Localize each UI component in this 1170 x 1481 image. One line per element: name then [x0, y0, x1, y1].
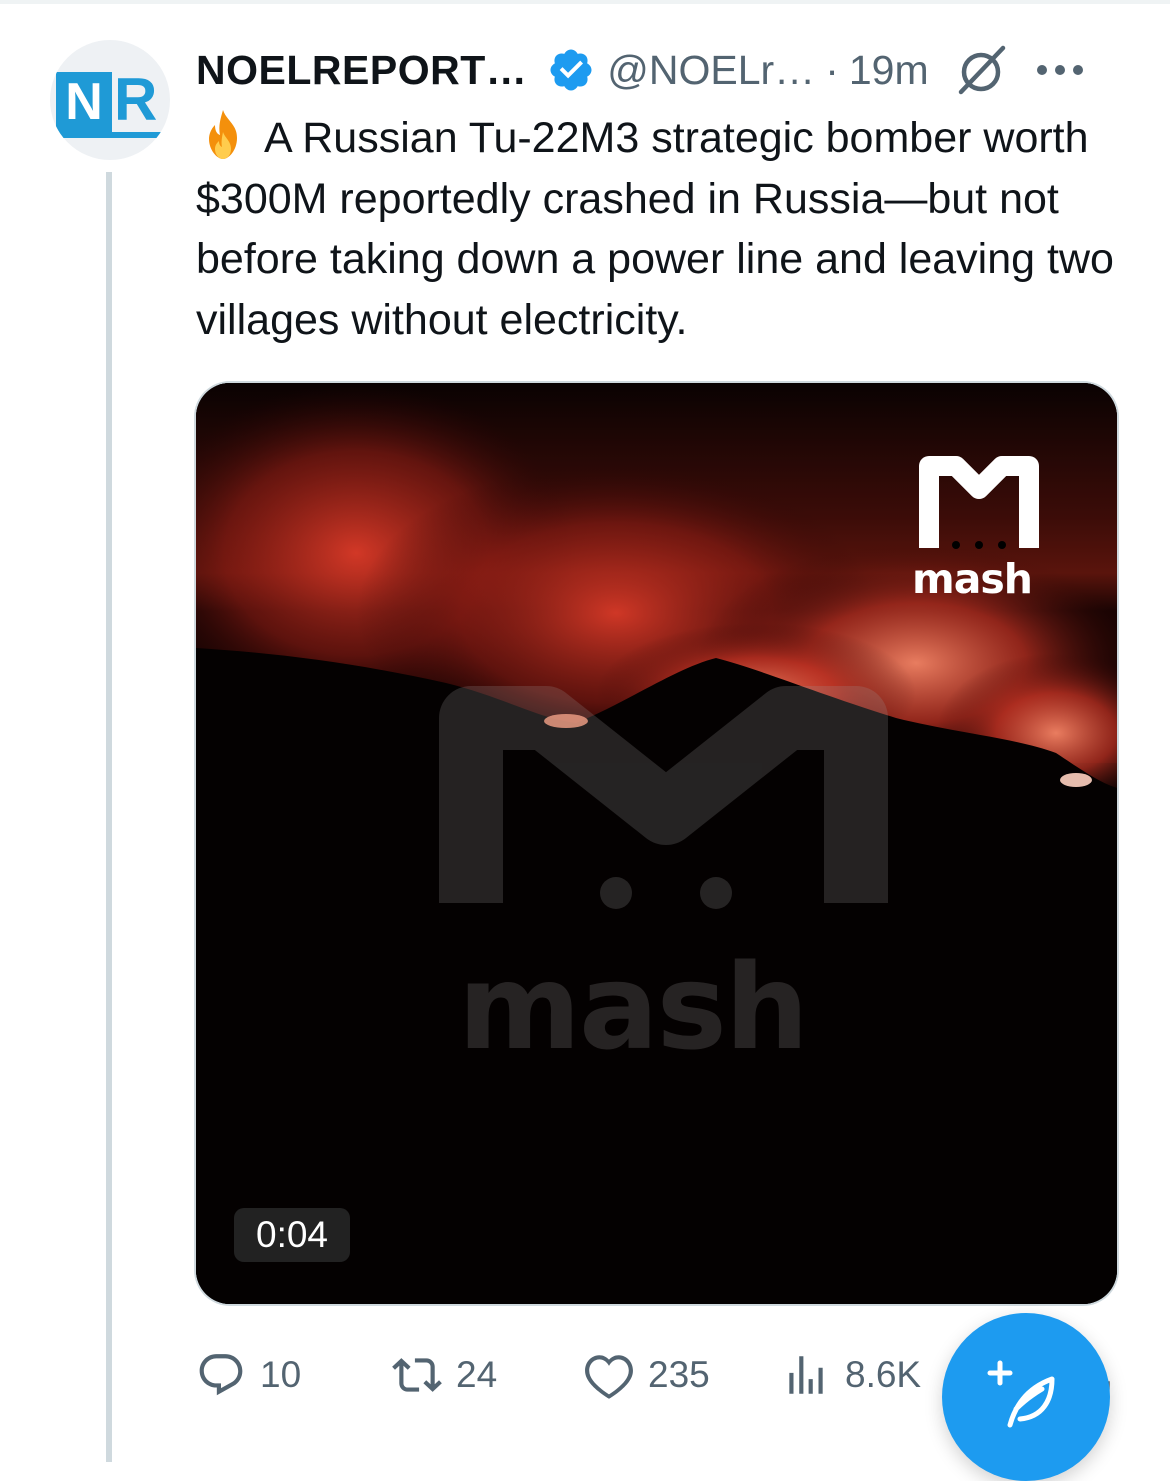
verified-badge-icon[interactable] [547, 46, 595, 94]
avatar-logo-letter-r: R [114, 66, 158, 133]
reply-count: 10 [260, 1354, 302, 1395]
display-name[interactable]: NOELREPORT… [196, 47, 527, 94]
video-frame [196, 383, 1117, 1304]
user-handle[interactable]: @NOELr… [607, 47, 815, 94]
avatar-logo-letter-n: N [65, 73, 103, 131]
like-button[interactable]: 235 [584, 1345, 710, 1405]
reply-icon [199, 1354, 243, 1396]
compose-tweet-button[interactable] [942, 1313, 1110, 1481]
avatar-logo-underline [56, 132, 164, 138]
retweet-icon [392, 1358, 442, 1392]
avatar[interactable]: N R [50, 40, 170, 160]
tweet-text: A Russian Tu-22M3 strategic bomber worth… [196, 108, 1126, 350]
heart-icon [585, 1355, 633, 1399]
avatar-logo-box: N [56, 72, 112, 132]
more-options-icon[interactable] [1035, 60, 1085, 80]
views-icon [789, 1356, 823, 1394]
video-duration: 0:04 [234, 1208, 351, 1262]
like-count: 235 [648, 1354, 710, 1395]
watermark-small-text: mash [912, 555, 1033, 603]
watermark-large-text: mash [458, 938, 809, 1076]
fire-icon [196, 108, 250, 162]
tweet-body: A Russian Tu-22M3 strategic bomber worth… [196, 114, 1114, 344]
top-divider [0, 0, 1170, 4]
retweet-count: 24 [456, 1354, 498, 1395]
header-separator: · [825, 46, 839, 93]
reply-button[interactable]: 10 [196, 1345, 301, 1405]
views-count: 8.6K [845, 1354, 922, 1395]
compose-tweet-icon [987, 1360, 1055, 1428]
grok-icon[interactable] [955, 44, 1007, 96]
thread-connector-line [106, 172, 112, 1462]
views-button[interactable]: 8.6K [781, 1345, 921, 1405]
timestamp[interactable]: 19m [849, 47, 929, 94]
tweet-header: NOELREPORT… @NOELr… · 19m [196, 42, 1085, 98]
tweet-video[interactable]: mash mash 0:04 [196, 383, 1117, 1304]
retweet-button[interactable]: 24 [392, 1345, 497, 1405]
